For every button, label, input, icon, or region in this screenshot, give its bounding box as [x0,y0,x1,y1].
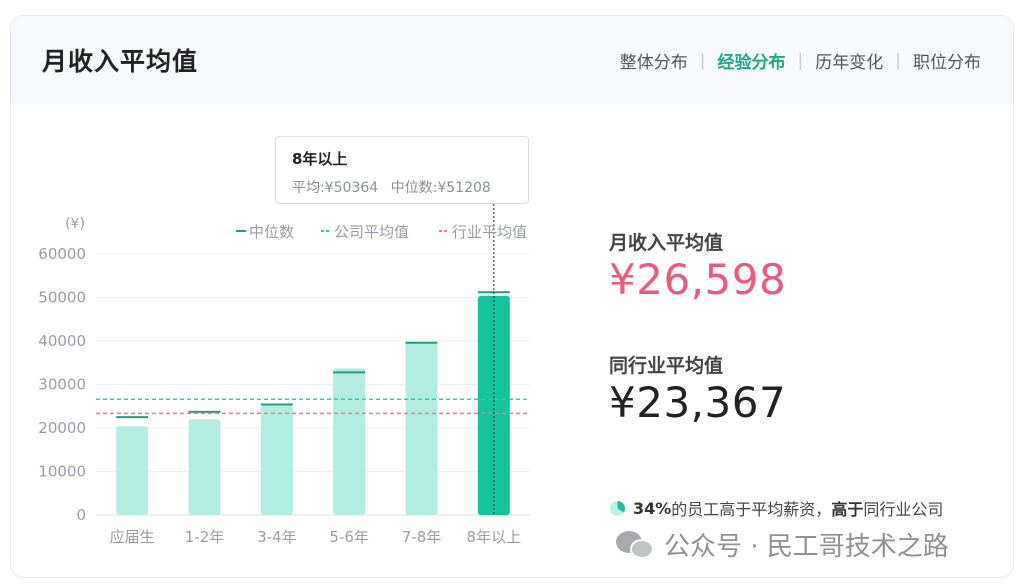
y-tick-label: 20000 [38,419,86,437]
footnote-percent: 34% [633,498,672,518]
y-tick-label: 10000 [38,463,86,481]
industry-value: ¥23,367 [609,378,787,427]
tooltip-average: 平均:¥50364 [292,180,379,196]
y-axis-unit: (¥) [65,216,85,232]
y-tick-label: 0 [76,506,86,524]
industry-summary: 同行业平均值 ¥23,367 [609,351,786,427]
bar [188,419,221,515]
pie-chart-icon [610,500,625,516]
tooltip-title: 8年以上 [292,150,348,168]
average-value: ¥26,598 [609,255,787,304]
footnote: 34% 的员工高于平均薪资， 高于 同行业公司 [610,496,943,520]
chart-tooltip: 8年以上 平均:¥50364 中位数:¥51208 [275,136,529,204]
watermark-text: 公众号 · 民工哥技术之路 [664,532,949,562]
x-tick-label: 应届生 [110,528,155,546]
average-summary: 月收入平均值 ¥26,598 [609,228,786,304]
tooltip-body: 平均:¥50364 中位数:¥51208 [292,177,512,197]
wechat-icon [616,529,654,561]
average-label: 月收入平均值 [609,232,724,254]
x-tick-label: 7-8年 [402,528,442,546]
legend-label: 中位数 [249,223,294,241]
legend-label: 公司平均值 [334,223,409,241]
bar [333,368,366,515]
y-tick-label: 60000 [38,245,86,263]
watermark: 公众号 · 民工哥技术之路 [616,526,949,563]
y-tick-label: 50000 [38,289,86,307]
footnote-bold: 高于 [831,500,864,519]
bar [405,341,438,515]
footnote-text-1: 的员工高于平均薪资， [671,500,832,519]
footnote-text-2: 同行业公司 [863,500,944,519]
industry-label: 同行业平均值 [609,355,724,377]
x-tick-label: 5-6年 [329,528,369,546]
tooltip-median: 中位数:¥51208 [390,180,491,196]
legend-label: 行业平均值 [452,223,527,241]
x-tick-label: 8年以上 [467,528,522,546]
bar [116,426,149,515]
x-tick-label: 1-2年 [185,528,225,546]
y-tick-label: 30000 [38,376,86,394]
bar [260,405,293,515]
x-tick-label: 3-4年 [257,528,297,546]
y-tick-label: 40000 [38,332,86,350]
